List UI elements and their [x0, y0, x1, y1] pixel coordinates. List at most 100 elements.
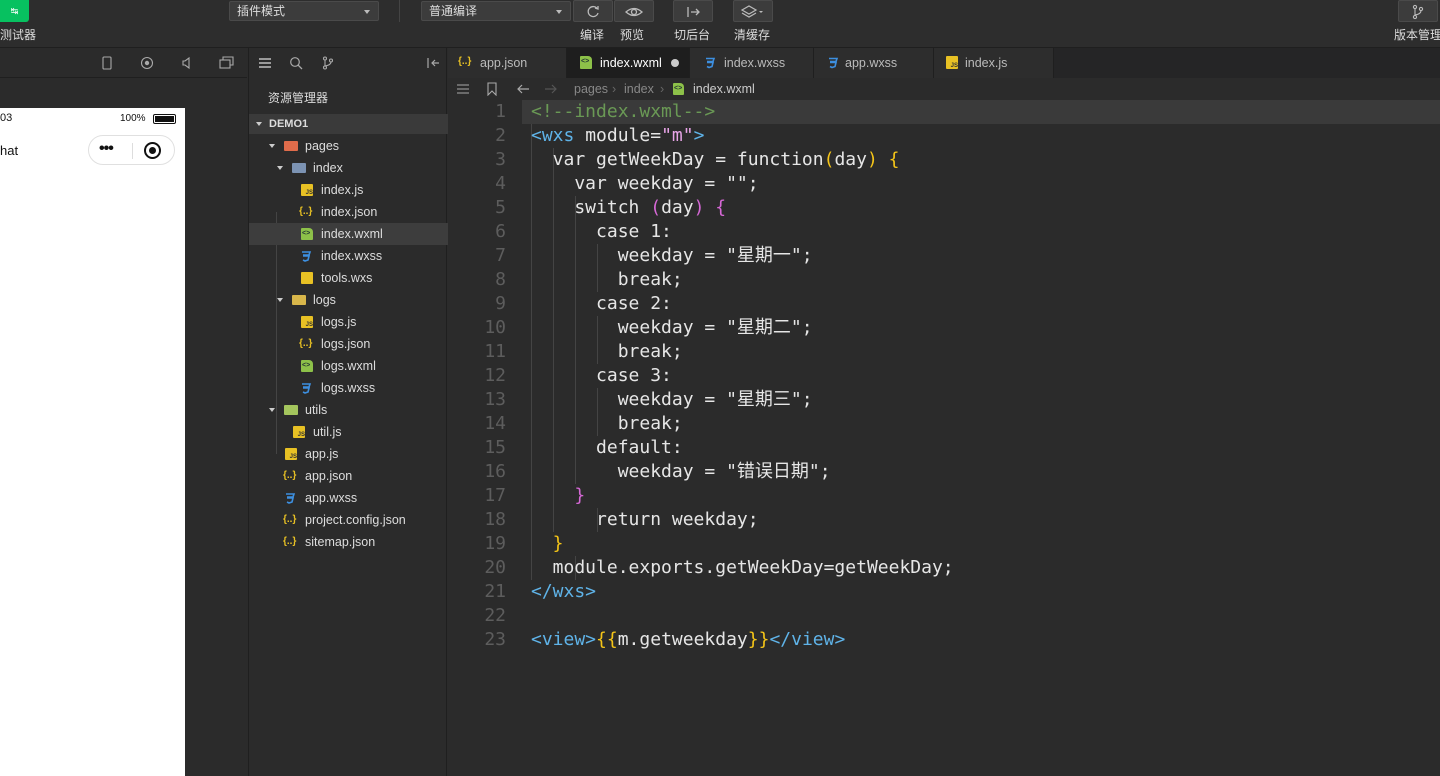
tree-item-index-js[interactable]: index.js: [249, 179, 448, 201]
tree-item-logs-folder[interactable]: logs: [249, 289, 448, 311]
eye-icon: [625, 7, 643, 17]
tree-item-utils-folder[interactable]: utils: [249, 399, 448, 421]
record-icon[interactable]: [140, 56, 154, 70]
line-number: 21: [484, 581, 506, 602]
code-line: <wxs module="m">: [531, 124, 704, 148]
status-time: 03: [0, 112, 13, 124]
chevron-down-icon: [277, 298, 283, 302]
breadcrumb-item[interactable]: index: [624, 78, 654, 100]
line-number: 15: [484, 437, 506, 458]
explorer-title: 资源管理器: [268, 91, 329, 105]
explorer-toolbar: [249, 48, 448, 78]
compile-select[interactable]: 普通编译: [421, 1, 571, 21]
tab-index-wxml[interactable]: index.wxml: [567, 48, 690, 78]
device-icon[interactable]: [101, 56, 113, 70]
tree-item-index-wxml[interactable]: index.wxml: [249, 223, 448, 245]
code-string: "m": [661, 125, 694, 146]
tree-item-label: index.json: [321, 205, 378, 219]
line-number: 19: [484, 533, 506, 554]
tree-item-label: logs.wxml: [321, 359, 376, 373]
code-line: default:: [531, 437, 683, 458]
tree-item-label: tools.wxs: [321, 271, 373, 285]
breadcrumb-item[interactable]: pages: [574, 78, 608, 100]
tree-item-logs-json[interactable]: {..} logs.json: [249, 333, 448, 355]
chevron-down-icon: [269, 144, 275, 148]
tree-item-label: app.json: [305, 469, 353, 483]
version-control-button[interactable]: [1398, 0, 1438, 22]
tree-item-index-json[interactable]: {..} index.json: [249, 201, 448, 223]
compile-button[interactable]: [573, 0, 613, 22]
preview-button[interactable]: [614, 0, 654, 22]
tab-label: app.json: [480, 56, 528, 70]
tab-label: app.wxss: [845, 56, 898, 70]
tree-item-logs-wxss[interactable]: logs.wxss: [249, 377, 448, 399]
tree-item-pages[interactable]: pages: [249, 135, 448, 157]
tab-app-wxss[interactable]: app.wxss: [814, 48, 934, 78]
new-window-icon[interactable]: [219, 56, 235, 70]
tree-item-app-js[interactable]: app.js: [249, 443, 448, 465]
volume-icon[interactable]: [180, 56, 194, 70]
tree-item-logs-wxml[interactable]: logs.wxml: [249, 355, 448, 377]
arrow-right-icon[interactable]: [544, 83, 558, 95]
code-line: break;: [531, 413, 683, 434]
list-icon[interactable]: [456, 83, 470, 95]
tree-item-logs-js[interactable]: logs.js: [249, 311, 448, 333]
line-number: 14: [484, 413, 506, 434]
tab-app-json[interactable]: {..} app.json: [448, 48, 567, 78]
wxss-file-icon: [286, 493, 296, 504]
tree-item-tools-wxs[interactable]: tools.wxs: [249, 267, 448, 289]
folder-icon: [284, 141, 298, 151]
search-icon[interactable]: [289, 56, 303, 70]
wxml-file-icon: [301, 360, 313, 372]
tree-item-index-folder[interactable]: index: [249, 157, 448, 179]
json-file-icon: {..}: [458, 56, 472, 67]
json-file-icon: {..}: [283, 536, 297, 547]
branch-icon[interactable]: [321, 56, 335, 70]
layers-icon: [740, 5, 763, 18]
tree-item-label: app.js: [305, 447, 339, 461]
code-area[interactable]: 1 2 3 4 5 6 7 8 9 10 11 12 13 14 15 16 1…: [448, 100, 1440, 776]
tree-item-index-wxss[interactable]: index.wxss: [249, 245, 448, 267]
tab-index-js[interactable]: index.js: [934, 48, 1054, 78]
tree-item-app-wxss[interactable]: app.wxss: [249, 487, 448, 509]
collapse-panel-icon[interactable]: [426, 56, 440, 70]
mode-select[interactable]: 插件模式: [229, 1, 379, 21]
phone-screen[interactable]: 03 100% hat •••: [0, 108, 185, 776]
tree-item-project-config[interactable]: {..} project.config.json: [249, 509, 448, 531]
simulator-toolbar: [0, 48, 247, 78]
code-line: return weekday;: [531, 509, 759, 530]
bookmark-icon[interactable]: [487, 82, 497, 96]
branch-icon: [1412, 4, 1424, 20]
switch-background-button[interactable]: [673, 0, 713, 22]
toolbar-divider: [399, 0, 400, 22]
clear-cache-button[interactable]: [733, 0, 773, 22]
simulator-panel: 03 100% hat •••: [0, 78, 247, 776]
simulator-toggle-button[interactable]: ↹: [0, 0, 29, 22]
wxml-file-icon: [673, 83, 684, 95]
arrow-left-icon[interactable]: [516, 83, 530, 95]
code-tag: <wxs: [531, 125, 575, 146]
code-line: weekday = "星期一";: [531, 245, 813, 266]
switch-background-label: 切后台: [674, 28, 711, 42]
line-number: 8: [495, 269, 506, 290]
unsaved-dot-icon[interactable]: [671, 59, 679, 67]
simulator-label: 测试器: [0, 28, 37, 42]
tree-item-label: app.wxss: [305, 491, 358, 505]
tree-item-sitemap[interactable]: {..} sitemap.json: [249, 531, 448, 553]
tab-label: index.wxml: [600, 56, 662, 70]
line-number: 11: [484, 341, 506, 362]
tree-item-label: util.js: [313, 425, 342, 439]
list-icon[interactable]: [258, 56, 272, 70]
tree-item-util-js[interactable]: util.js: [249, 421, 448, 443]
tree-item-label: sitemap.json: [305, 535, 376, 549]
tab-index-wxss[interactable]: index.wxss: [690, 48, 814, 78]
more-icon[interactable]: •••: [99, 140, 114, 158]
wxs-file-icon: [301, 272, 313, 284]
version-control-label: 版本管理: [1394, 28, 1440, 42]
code-paren: (: [823, 149, 835, 170]
project-header[interactable]: DEMO1: [249, 114, 448, 134]
breadcrumb-item[interactable]: index.wxml: [693, 78, 755, 100]
tree-item-app-json[interactable]: {..} app.json: [249, 465, 448, 487]
preview-label: 预览: [620, 28, 645, 42]
close-circle-icon[interactable]: [144, 142, 161, 159]
